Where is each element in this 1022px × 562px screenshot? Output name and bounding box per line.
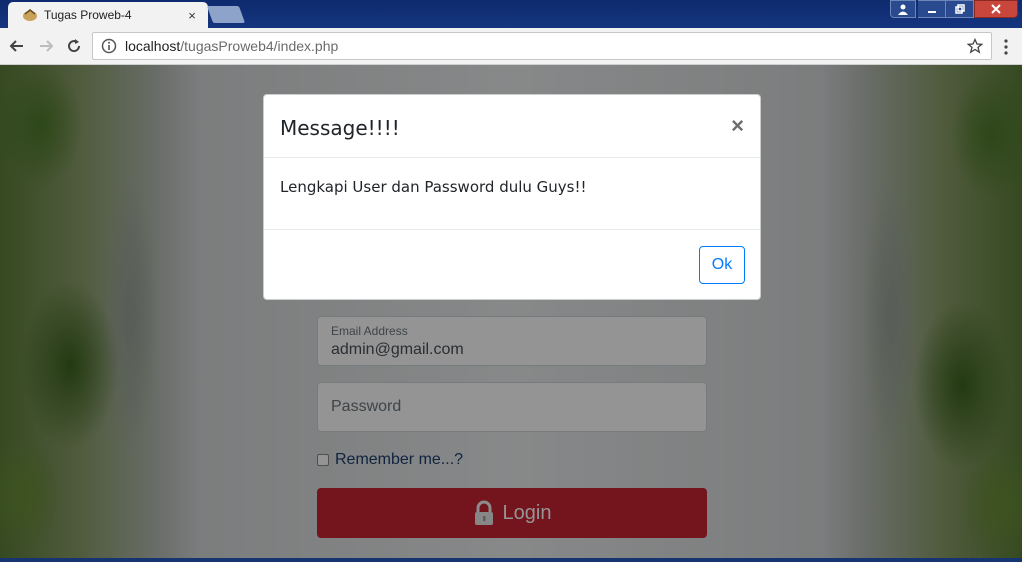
modal-title: Message!!!!: [280, 116, 400, 140]
info-icon[interactable]: [101, 38, 117, 54]
modal-header: Message!!!! ×: [264, 95, 760, 158]
site-favicon-icon: [22, 8, 38, 22]
kebab-menu-icon[interactable]: [1000, 37, 1012, 57]
address-bar[interactable]: localhost /tugasProweb4/index.php: [92, 32, 992, 60]
arrow-right-icon[interactable]: [36, 36, 56, 56]
modal-body: Lengkapi User dan Password dulu Guys!!: [264, 158, 760, 230]
page-viewport: Email Address admin@gmail.com Password R…: [0, 65, 1022, 562]
star-icon[interactable]: [967, 38, 983, 54]
ok-button[interactable]: Ok: [699, 246, 745, 284]
message-modal: Message!!!! × Lengkapi User dan Password…: [263, 94, 761, 300]
url-path: /tugasProweb4/index.php: [180, 38, 339, 54]
arrow-left-icon[interactable]: [7, 36, 27, 56]
modal-footer: Ok: [264, 230, 760, 300]
new-tab-button[interactable]: [206, 6, 246, 23]
user-profile-icon[interactable]: [890, 0, 916, 18]
window-close-icon[interactable]: [974, 0, 1018, 18]
browser-toolbar: localhost /tugasProweb4/index.php: [0, 28, 1022, 65]
modal-message: Lengkapi User dan Password dulu Guys!!: [280, 178, 587, 196]
tab-title: Tugas Proweb-4: [44, 8, 132, 22]
taskbar-edge: [0, 558, 1022, 562]
url-host: localhost: [125, 38, 181, 54]
tab-close-icon[interactable]: ×: [184, 8, 200, 23]
reload-icon[interactable]: [64, 36, 84, 56]
minimize-icon[interactable]: [918, 0, 946, 18]
browser-tab[interactable]: Tugas Proweb-4 ×: [8, 2, 208, 28]
restore-icon[interactable]: [946, 0, 974, 18]
close-icon[interactable]: ×: [731, 115, 744, 137]
browser-titlebar: Tugas Proweb-4 ×: [0, 0, 1022, 28]
